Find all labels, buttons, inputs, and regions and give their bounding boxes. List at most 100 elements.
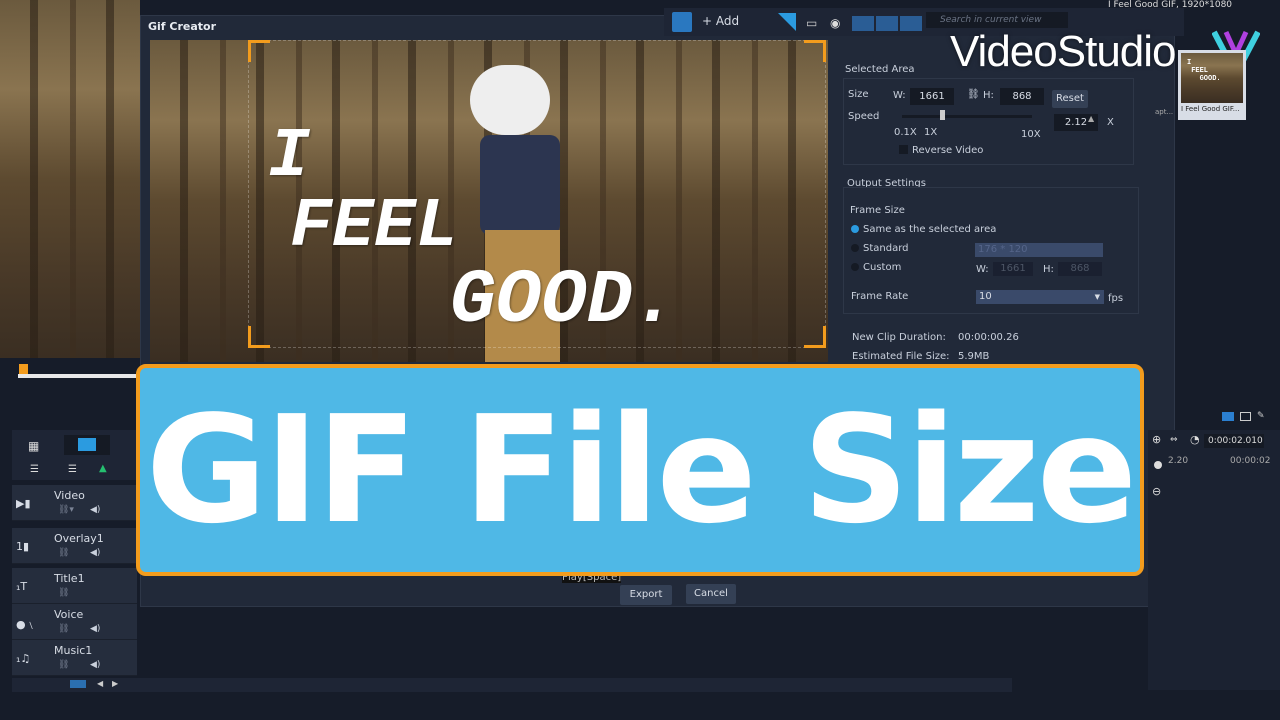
crop-selection[interactable] (248, 40, 826, 348)
radio-custom[interactable] (851, 263, 859, 271)
search-input[interactable]: Search in current view (926, 12, 1068, 28)
fit-icon[interactable]: ⇔ (1170, 435, 1178, 445)
size-label: Size (848, 89, 869, 100)
fps-label: fps (1108, 293, 1124, 304)
zoom-out-icon[interactable]: ⊖ (1152, 485, 1161, 498)
link-icon[interactable]: ⛓ (58, 624, 69, 634)
track-overlay[interactable]: 1▮ Overlay1 ⛓ ◀) (12, 528, 137, 564)
storyboard-view-icon[interactable] (64, 435, 110, 455)
speed-tick: 0.1X (894, 127, 917, 138)
track-title[interactable]: ₁T Title1 ⛓ (12, 568, 137, 604)
timecode-display[interactable]: 0:00:02.010 (1204, 434, 1264, 448)
videostudio-logo: VideoStudio (950, 27, 1176, 76)
cancel-button[interactable]: Cancel (686, 584, 736, 604)
folder-icon[interactable]: ▭ (806, 16, 817, 30)
custom-height-label: H: (1043, 264, 1054, 275)
custom-width-input[interactable]: 1661 (993, 262, 1033, 276)
speed-tick: 10X (1021, 129, 1041, 140)
overlay-track-icon: 1▮ (16, 540, 30, 553)
width-input[interactable]: 1661 (910, 88, 954, 105)
marker-icon[interactable]: ▲ (99, 463, 107, 474)
track-voice[interactable]: ●﹨ Voice ⛓ ◀) (12, 604, 137, 640)
speed-slider-handle[interactable] (940, 110, 945, 120)
ruler-tick: 2.20 (1168, 456, 1189, 466)
selected-area-title: Selected Area (845, 64, 915, 75)
link-aspect-icon[interactable]: ⛓ (967, 89, 980, 100)
frame-size-label: Frame Size (850, 205, 905, 216)
link-icon[interactable]: ⛓ (58, 660, 69, 670)
chevron-down-icon: ▼ (1094, 293, 1100, 301)
speed-label: Speed (848, 111, 880, 122)
duration-label: New Clip Duration: (852, 332, 946, 343)
file-size-label: Estimated File Size: (852, 351, 950, 362)
speed-stepper-icon[interactable]: ▲ (1088, 114, 1094, 123)
add-track-icon[interactable]: ☰ (68, 464, 77, 475)
reverse-video-checkbox[interactable] (899, 145, 908, 154)
add-button[interactable]: + Add (702, 14, 739, 28)
pin-icon[interactable] (778, 13, 796, 31)
file-size-value: 5.9MB (958, 351, 990, 362)
edit-icon[interactable]: ✎ (1257, 411, 1265, 421)
volume-icon[interactable]: ◀) (90, 505, 100, 515)
track-video[interactable]: ▶▮ Video ⛓▾ ◀) (12, 485, 137, 521)
track-manager-icon[interactable]: ☰ (30, 464, 39, 475)
radio-label: Custom (863, 262, 902, 273)
link-icon[interactable]: ⛓ (58, 588, 69, 598)
speed-unit: X (1107, 117, 1114, 128)
photo-filter-icon[interactable] (876, 16, 898, 31)
title-banner: GIF File Size (136, 364, 1144, 576)
title-track-icon: ₁T (16, 580, 28, 593)
reset-button[interactable]: Reset (1052, 90, 1088, 108)
height-label: H: (983, 90, 994, 101)
zoom-slider[interactable] (1154, 455, 1162, 485)
thumbnail-caption-left: apt... (1155, 108, 1174, 116)
project-info: I Feel Good GIF, 1920*1080 (1108, 0, 1233, 10)
banner-text: GIF File Size (145, 384, 1137, 556)
frame-rate-label: Frame Rate (851, 291, 909, 302)
radio-same-selected[interactable] (851, 225, 859, 233)
main-preview (0, 0, 140, 358)
frame-rate-select[interactable]: 10 ▼ (976, 290, 1104, 304)
custom-height-input[interactable]: 868 (1058, 262, 1102, 276)
width-label: W: (893, 90, 906, 101)
speed-tick: 1X (924, 127, 938, 138)
radio-label: Standard (863, 243, 909, 254)
reverse-video-label: Reverse Video (912, 145, 984, 156)
volume-icon[interactable]: ◀) (90, 548, 100, 558)
aperture-icon[interactable]: ◉ (830, 16, 840, 30)
timeline-view-icon[interactable]: ▦ (28, 439, 39, 453)
microphone-icon: ●﹨ (16, 618, 37, 631)
music-icon: ₁♫ (16, 652, 31, 665)
view-mode-icon[interactable] (1222, 412, 1234, 421)
clock-icon: ◔ (1190, 433, 1200, 446)
standard-size-select[interactable]: 176 * 120 (975, 243, 1103, 257)
radio-label: Same as the selected area (863, 224, 997, 235)
scroll-left-icon[interactable]: ◀ (97, 679, 103, 688)
speed-slider-track[interactable] (902, 115, 1032, 118)
duration-value: 00:00:00.26 (958, 332, 1019, 343)
scroll-right-icon[interactable]: ▶ (112, 679, 118, 688)
volume-icon[interactable]: ◀) (90, 624, 100, 634)
export-button[interactable]: Export (620, 585, 672, 605)
dialog-title: Gif Creator (148, 20, 217, 33)
media-library-icon[interactable] (672, 12, 692, 32)
storyboard-icon[interactable] (1240, 412, 1251, 421)
scrubber-handle[interactable] (19, 364, 28, 374)
video-track-icon: ▶▮ (16, 497, 31, 510)
height-input[interactable]: 868 (1000, 88, 1044, 105)
timeline-scrollbar[interactable]: ◀ ▶ (12, 678, 1012, 692)
track-music[interactable]: ₁♫ Music1 ⛓ ◀) (12, 640, 137, 676)
link-icon[interactable]: ⛓▾ (58, 505, 74, 515)
plus-icon: + (702, 14, 716, 28)
ruler-tick: 00:00:02 (1230, 456, 1271, 466)
radio-standard[interactable] (851, 244, 859, 252)
zoom-in-icon[interactable]: ⊕ (1152, 433, 1161, 446)
timeline-area (1148, 430, 1280, 690)
audio-filter-icon[interactable] (900, 16, 922, 31)
video-filter-icon[interactable] (852, 16, 874, 31)
custom-width-label: W: (976, 264, 989, 275)
volume-icon[interactable]: ◀) (90, 660, 100, 670)
library-thumbnail[interactable]: I FEEL GOOD. I Feel Good GIF... (1178, 50, 1246, 120)
preview-scrubber[interactable] (18, 374, 138, 378)
link-icon[interactable]: ⛓ (58, 548, 69, 558)
